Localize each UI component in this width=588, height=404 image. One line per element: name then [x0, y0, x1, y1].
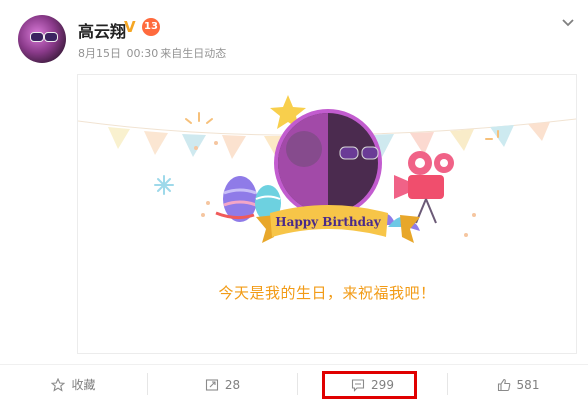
repost-count: 28 — [224, 377, 241, 392]
repost-button[interactable]: 28 — [148, 365, 297, 404]
post-header: 高云翔 V 13 8月15日 00:30 来自生日动态 — [0, 0, 588, 75]
favorite-button[interactable]: 收藏 — [0, 365, 147, 404]
star-outline-icon — [51, 377, 66, 392]
birthday-illustration: Happy Birthday — [78, 95, 576, 243]
birthday-card[interactable]: Happy Birthday 今天是我的生日，来祝福我吧！ — [77, 74, 577, 354]
avatar[interactable] — [18, 15, 66, 63]
repost-icon — [205, 378, 218, 391]
highlight-box — [322, 371, 417, 399]
chevron-down-icon[interactable] — [560, 14, 576, 30]
post-date[interactable]: 8月15日 — [78, 47, 121, 60]
level-badge[interactable]: 13 — [142, 18, 160, 36]
post-actions-bar: 收藏 28 299 581 — [0, 364, 588, 404]
username[interactable]: 高云翔 — [78, 18, 126, 42]
post-source: 来自生日动态 — [160, 47, 227, 60]
sunglasses-right-lens — [44, 32, 58, 42]
like-icon — [497, 378, 510, 391]
like-button[interactable]: 581 — [448, 365, 588, 404]
birthday-banner-text: Happy Birthday — [275, 215, 382, 229]
like-count: 581 — [516, 377, 540, 392]
verified-v-icon: V — [124, 18, 136, 36]
birthday-message: 今天是我的生日，来祝福我吧！ — [218, 284, 436, 302]
post-time: 00:30 — [126, 47, 159, 60]
favorite-label: 收藏 — [71, 378, 96, 392]
sunglasses-left-lens — [30, 32, 44, 42]
post-meta: 8月15日 00:30 来自生日动态 — [78, 45, 228, 61]
